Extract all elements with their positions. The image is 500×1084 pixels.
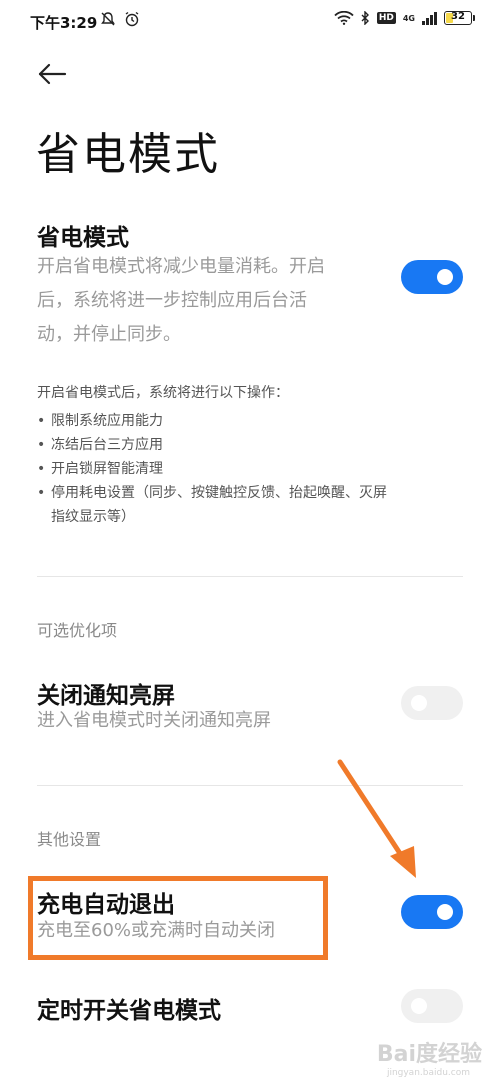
section-header-optional: 可选优化项 — [37, 621, 118, 640]
power-saving-info: 开启省电模式后，系统将进行以下操作： 限制系统应用能力 冻结后台三方应用 开启锁… — [37, 381, 457, 529]
info-item-continuation: 指纹显示等） — [51, 509, 135, 525]
section-header-other: 其他设置 — [37, 830, 102, 849]
status-left-icons — [100, 11, 140, 27]
charge-exit-toggle[interactable] — [401, 895, 463, 929]
divider — [37, 576, 463, 577]
hd-badge: HD — [376, 12, 396, 24]
status-bar: 下午3:29 HD 4G 32 — [0, 0, 500, 44]
bluetooth-icon — [361, 11, 369, 25]
power-saving-desc: 开启省电模式将减少电量消耗。开启 后，系统将进一步控制应用后台活 动，并停止同步… — [37, 250, 325, 352]
toggle-knob — [437, 904, 453, 920]
status-time: 下午3:29 — [30, 14, 98, 32]
notify-screen-toggle[interactable] — [401, 686, 463, 720]
info-list: 限制系统应用能力 冻结后台三方应用 开启锁屏智能清理 停用耗电设置（同步、按键触… — [37, 409, 457, 505]
notify-screen-desc: 进入省电模式时关闭通知亮屏 — [37, 710, 271, 731]
power-saving-desc-line: 动，并停止同步。 — [37, 324, 181, 345]
page-title: 省电模式 — [36, 129, 220, 180]
signal-icon — [422, 11, 437, 25]
scheduled-title: 定时开关省电模式 — [37, 998, 221, 1024]
toggle-knob — [437, 269, 453, 285]
network-type: 4G — [402, 13, 415, 23]
info-intro: 开启省电模式后，系统将进行以下操作： — [37, 385, 289, 401]
back-button[interactable] — [36, 58, 76, 94]
wifi-icon — [334, 11, 354, 25]
power-saving-toggle[interactable] — [401, 260, 463, 294]
power-saving-title: 省电模式 — [37, 225, 129, 251]
toggle-knob — [411, 695, 427, 711]
divider — [37, 785, 463, 786]
mute-icon — [101, 12, 115, 26]
scheduled-toggle[interactable] — [401, 989, 463, 1023]
alarm-icon — [125, 11, 139, 27]
toggle-knob — [411, 998, 427, 1014]
power-saving-desc-line: 开启省电模式将减少电量消耗。开启 — [37, 256, 325, 277]
power-saving-desc-line: 后，系统将进一步控制应用后台活 — [37, 290, 307, 311]
info-item: 限制系统应用能力 — [37, 409, 457, 433]
info-item: 停用耗电设置（同步、按键触控反馈、抬起唤醒、灭屏 — [37, 481, 457, 505]
battery-icon: 32 — [444, 11, 475, 25]
status-right-icons: HD 4G 32 — [334, 11, 475, 25]
info-item: 开启锁屏智能清理 — [37, 457, 457, 481]
arrow-left-icon — [38, 63, 67, 85]
annotation-highlight-box — [28, 876, 328, 960]
watermark: Bai度经验 — [376, 1042, 482, 1067]
watermark-sub: jingyan.baidu.com — [386, 1068, 470, 1078]
info-item: 冻结后台三方应用 — [37, 433, 457, 457]
battery-level: 32 — [451, 11, 465, 22]
